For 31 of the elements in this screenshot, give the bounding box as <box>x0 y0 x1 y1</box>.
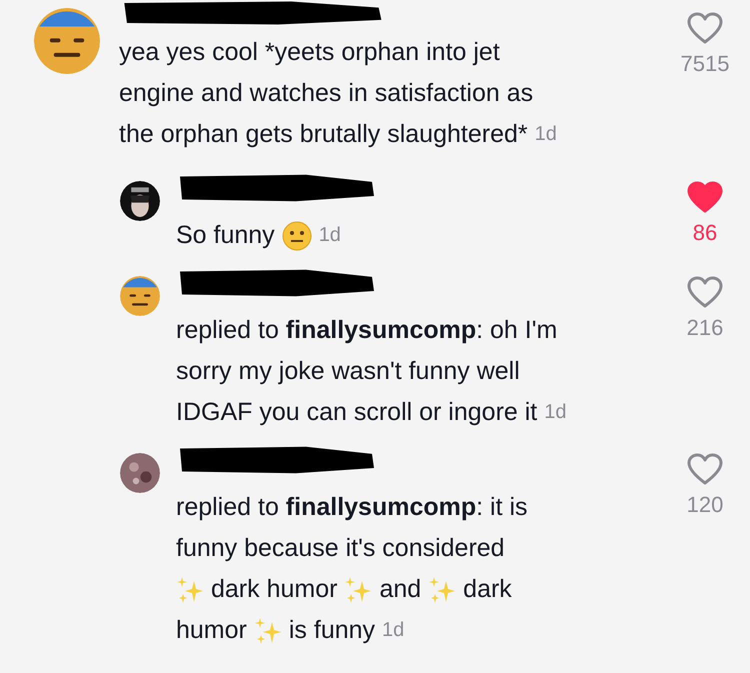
heart-icon[interactable] <box>687 181 723 214</box>
comment-time: 1d <box>534 122 557 147</box>
comment-text: the orphan gets brutally slaughtered* <box>119 119 528 150</box>
heart-icon[interactable] <box>687 453 723 486</box>
comment-time: 1d <box>382 618 404 643</box>
comment-time: 1d <box>544 400 566 425</box>
neutral-face-icon <box>282 220 312 250</box>
comment-text: yea yes cool *yeets orphan into jet <box>119 37 500 68</box>
like-count: 216 <box>686 315 724 341</box>
comment-text: dark humor <box>211 574 338 605</box>
comment-text: So funny <box>176 220 275 251</box>
comment-text: is funny <box>288 615 376 646</box>
comment-text: replied to finallysumcomp: oh I'm <box>176 315 558 346</box>
sparkles-icon <box>344 576 372 604</box>
comment-time: 1d <box>318 223 341 248</box>
sparkles-icon <box>428 576 456 604</box>
comment-text: and <box>379 574 422 605</box>
sparkles-icon <box>254 616 282 644</box>
like-count: 86 <box>692 220 718 246</box>
like-count: 120 <box>686 492 724 518</box>
comment-text: humor <box>176 615 247 646</box>
heart-icon[interactable] <box>687 12 723 45</box>
comment-text: dark <box>463 574 512 605</box>
comment-text: IDGAF you can scroll or ingore it <box>176 397 538 428</box>
heart-icon[interactable] <box>687 276 723 309</box>
comment-text: engine and watches in satisfaction as <box>119 78 534 109</box>
comment-text: replied to finallysumcomp: it is <box>176 492 528 523</box>
comment-text: funny because it's considered <box>176 533 505 564</box>
comment-text: sorry my joke wasn't funny well <box>176 356 520 387</box>
like-count: 7515 <box>680 51 730 77</box>
sparkles-icon <box>176 576 204 604</box>
